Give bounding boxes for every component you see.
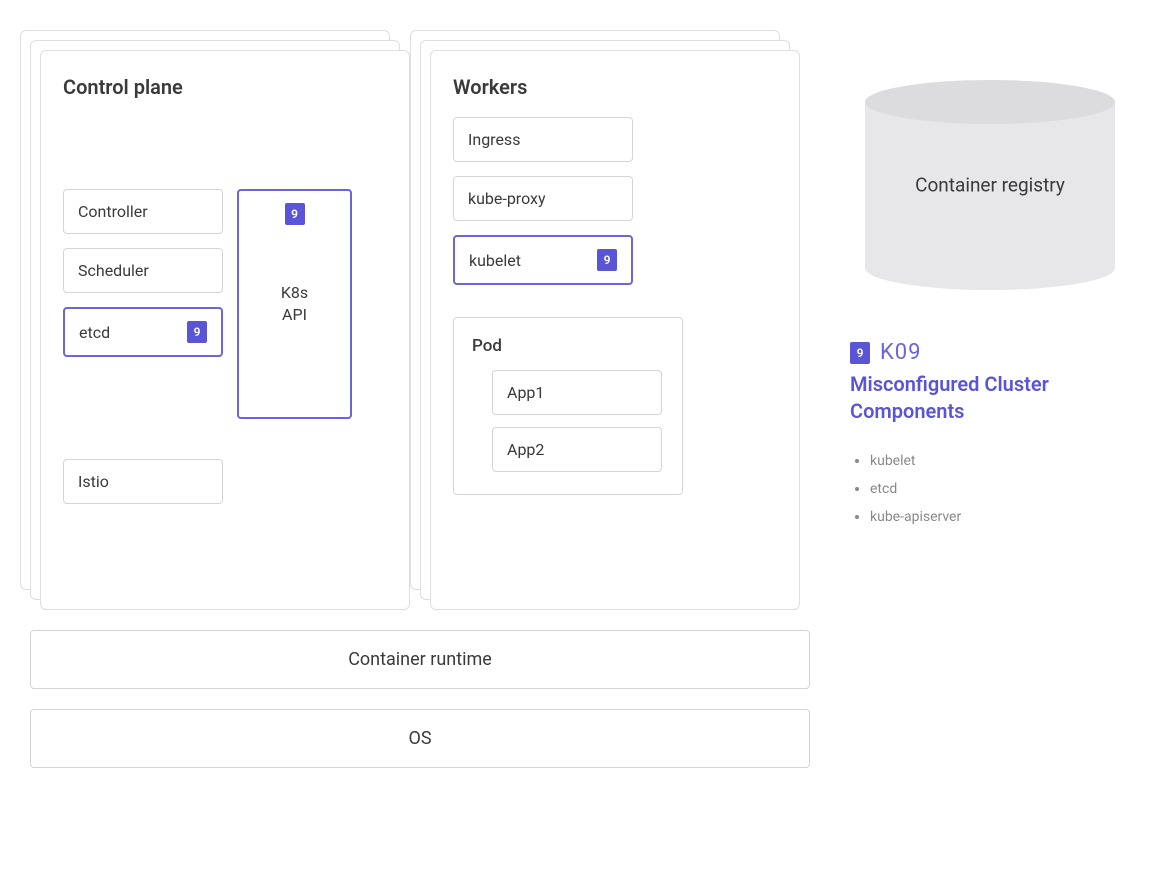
controller-label: Controller (78, 202, 148, 221)
kubelet-badge: 9 (597, 249, 617, 271)
container-registry-label: Container registry (915, 174, 1065, 197)
info-badge: 9 (850, 342, 870, 364)
api-badge: 9 (285, 203, 305, 225)
left-column: Control plane Controller Scheduler etcd … (40, 50, 810, 768)
pod-title: Pod (472, 336, 664, 356)
istio-label: Istio (78, 472, 109, 491)
info-title: Misconfigured Cluster Components (850, 371, 1130, 425)
ingress-box: Ingress (453, 117, 633, 162)
info-code: K09 (880, 340, 922, 365)
container-runtime-label: Container runtime (348, 649, 492, 670)
workers-title: Workers (453, 75, 777, 99)
api-label: K8s API (281, 282, 308, 327)
app1-box: App1 (492, 370, 662, 415)
kubelet-box: kubelet 9 (453, 235, 633, 285)
info-panel: 9 K09 Misconfigured Cluster Components k… (850, 340, 1130, 531)
os-box: OS (30, 709, 810, 768)
k8s-architecture-diagram: Control plane Controller Scheduler etcd … (40, 50, 1130, 768)
container-runtime-box: Container runtime (30, 630, 810, 689)
ingress-label: Ingress (468, 130, 520, 149)
control-plane-stack: Control plane Controller Scheduler etcd … (40, 50, 410, 610)
scheduler-box: Scheduler (63, 248, 223, 293)
controller-box: Controller (63, 189, 223, 234)
etcd-label: etcd (79, 323, 110, 342)
workers-stack: Workers Ingress kube-proxy kubelet 9 Pod… (430, 50, 800, 610)
app2-label: App2 (507, 440, 544, 459)
right-column: Container registry 9 K09 Misconfigured C… (850, 50, 1130, 531)
container-registry-cylinder: Container registry (865, 80, 1115, 290)
info-bullet: etcd (870, 475, 1130, 503)
info-bullet: kubelet (870, 447, 1130, 475)
control-plane-card: Control plane Controller Scheduler etcd … (40, 50, 410, 610)
pod-box: Pod App1 App2 (453, 317, 683, 495)
top-row: Control plane Controller Scheduler etcd … (40, 50, 810, 610)
kube-proxy-box: kube-proxy (453, 176, 633, 221)
app1-label: App1 (507, 383, 544, 402)
scheduler-label: Scheduler (78, 261, 149, 280)
etcd-box: etcd 9 (63, 307, 223, 357)
info-bullet-list: kubelet etcd kube-apiserver (850, 447, 1130, 531)
app2-box: App2 (492, 427, 662, 472)
kube-proxy-label: kube-proxy (468, 189, 546, 208)
workers-card: Workers Ingress kube-proxy kubelet 9 Pod… (430, 50, 800, 610)
kubelet-label: kubelet (469, 251, 521, 270)
istio-box: Istio (63, 459, 223, 504)
control-plane-title: Control plane (63, 75, 387, 99)
k8s-api-box: 9 K8s API (237, 189, 352, 419)
info-bullet: kube-apiserver (870, 503, 1130, 531)
os-label: OS (408, 728, 431, 749)
etcd-badge: 9 (187, 321, 207, 343)
